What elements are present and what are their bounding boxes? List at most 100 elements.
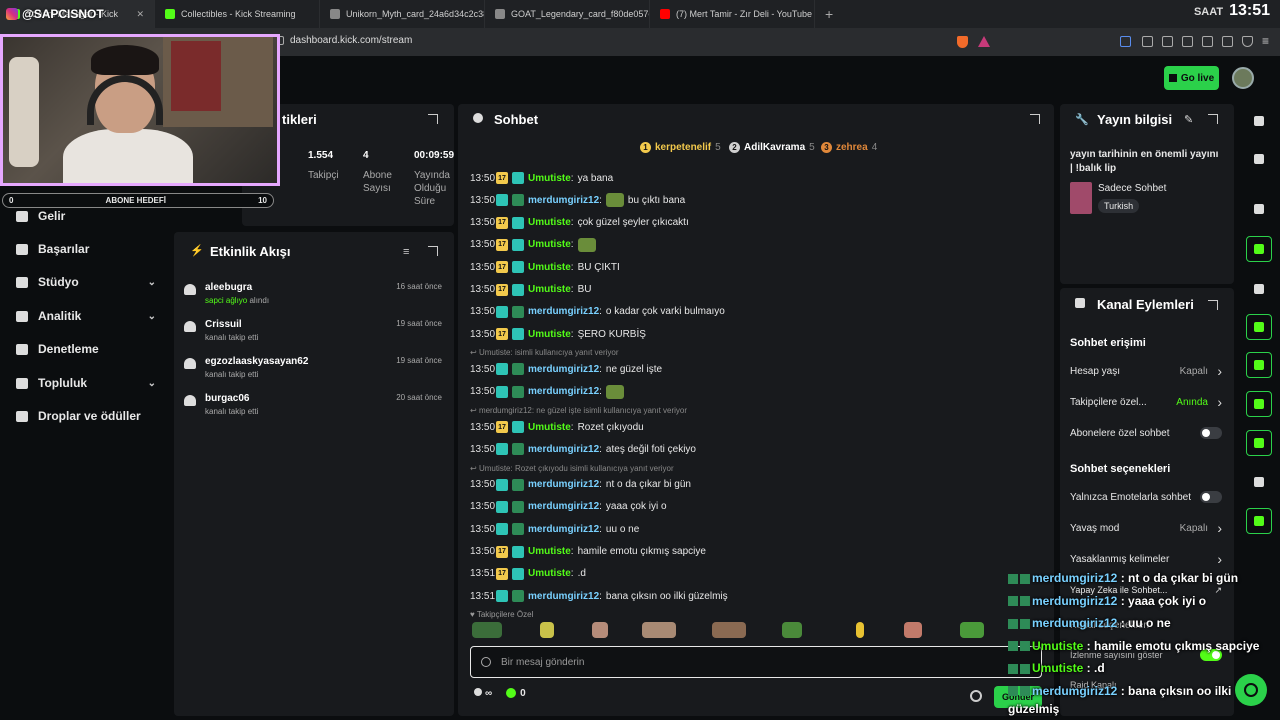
- top-gifter[interactable]: 3 zehrea 4: [821, 142, 877, 153]
- sidebar-item-gelir[interactable]: Gelir: [16, 209, 156, 223]
- message-username[interactable]: Umutiste: [528, 329, 571, 340]
- chat-input[interactable]: Bir mesaj gönderin: [470, 646, 1042, 678]
- chevron-right-icon[interactable]: ›: [1217, 520, 1222, 536]
- wrench-button[interactable]: [1246, 430, 1272, 456]
- emote-thumbnail[interactable]: [856, 622, 864, 638]
- message-username[interactable]: merdumgiriz12: [528, 386, 599, 397]
- channel-action-row[interactable]: Yavaş mod Kapalı ›: [1070, 520, 1224, 536]
- top-gifter[interactable]: 1 kerpetenelif 5: [640, 142, 721, 153]
- chat-button[interactable]: [1246, 314, 1272, 340]
- chevron-right-icon[interactable]: ›: [1217, 363, 1222, 379]
- gem-button[interactable]: [1246, 508, 1272, 534]
- message-username[interactable]: merdumgiriz12: [528, 479, 599, 490]
- message-username[interactable]: Umutiste: [528, 546, 571, 557]
- filter-icon[interactable]: ≡: [403, 246, 409, 258]
- wallet-icon[interactable]: [1202, 36, 1213, 47]
- browser-tab[interactable]: GOAT_Legendary_card_f80de057ead: [485, 0, 650, 28]
- popout-icon[interactable]: [1208, 300, 1218, 310]
- chat-settings-icon[interactable]: [970, 690, 982, 702]
- message-username[interactable]: Umutiste: [528, 217, 571, 228]
- user-avatar[interactable]: [1232, 67, 1254, 89]
- channel-action-row[interactable]: Yasaklanmış kelimeler ›: [1070, 551, 1224, 567]
- url-field[interactable]: dashboard.kick.com/stream: [290, 35, 412, 46]
- message-username[interactable]: Umutiste: [528, 262, 571, 273]
- message-username[interactable]: merdumgiriz12: [528, 524, 599, 535]
- chevron-down-icon[interactable]: ⌄: [148, 378, 156, 389]
- extension-icon-3[interactable]: [1162, 36, 1173, 47]
- popout-icon[interactable]: [1208, 114, 1218, 124]
- rewards-icon[interactable]: [978, 36, 990, 47]
- popout-icon[interactable]: [428, 114, 438, 124]
- activity-user[interactable]: aleebugra: [205, 282, 252, 293]
- channel-action-row[interactable]: Yalnızca Emotelarla sohbet: [1070, 491, 1224, 503]
- extension-icon-1[interactable]: [1120, 36, 1131, 47]
- chevron-right-icon[interactable]: ›: [1217, 551, 1222, 567]
- message-username[interactable]: merdumgiriz12: [528, 364, 599, 375]
- chevron-down-icon[interactable]: ⌄: [148, 277, 156, 288]
- kicks-indicator[interactable]: 0: [506, 688, 526, 699]
- top-gifter[interactable]: 2 AdilKavrama 5: [729, 142, 815, 153]
- message-username[interactable]: Umutiste: [528, 422, 571, 433]
- edit-icon[interactable]: ✎: [1184, 113, 1193, 126]
- menu-icon[interactable]: ≡: [1262, 34, 1269, 48]
- community-button[interactable]: [1246, 469, 1272, 495]
- emote-thumbnail[interactable]: [642, 622, 676, 638]
- sidebar-item-denetleme[interactable]: Denetleme: [16, 342, 156, 356]
- message-username[interactable]: Umutiste: [528, 284, 571, 295]
- activity-user[interactable]: Crissuil: [205, 319, 242, 330]
- help-button[interactable]: [1235, 674, 1267, 706]
- emote-thumbnail[interactable]: [712, 622, 746, 638]
- info-button[interactable]: [1246, 108, 1272, 134]
- sidebar-item-analitik[interactable]: Analitik ⌄: [16, 309, 156, 323]
- sidebar-item-st-dyo[interactable]: Stüdyo ⌄: [16, 275, 156, 289]
- emote-thumbnail[interactable]: [904, 622, 922, 638]
- emote-thumbnail[interactable]: [782, 622, 802, 638]
- brave-shield-icon[interactable]: [957, 36, 968, 48]
- chevron-down-icon[interactable]: ⌄: [148, 311, 156, 322]
- vpn-icon[interactable]: [1222, 36, 1233, 47]
- lightning-button[interactable]: [1246, 236, 1272, 262]
- channel-action-row[interactable]: Hesap yaşı Kapalı ›: [1070, 363, 1224, 379]
- channel-action-row[interactable]: Takipçilere özel... Anında ›: [1070, 394, 1224, 410]
- browser-tab[interactable]: (7) Mert Tamir - Zır Deli - YouTube: [650, 0, 815, 28]
- message-username[interactable]: merdumgiriz12: [528, 306, 599, 317]
- external-link-icon[interactable]: ↗: [1214, 585, 1222, 596]
- message-username[interactable]: Umutiste: [528, 173, 571, 184]
- emote-thumbnail[interactable]: [540, 622, 554, 638]
- focus-button[interactable]: [1246, 196, 1272, 222]
- layout-button[interactable]: [1246, 391, 1272, 417]
- extension-icon-2[interactable]: [1142, 36, 1153, 47]
- popout-icon[interactable]: [1030, 114, 1040, 124]
- message-username[interactable]: merdumgiriz12: [528, 591, 599, 602]
- activity-user[interactable]: egzozlaaskyasayan62: [205, 356, 308, 367]
- toggle-switch[interactable]: [1200, 491, 1222, 503]
- sidebar-item-topluluk[interactable]: Topluluk ⌄: [16, 376, 156, 390]
- toggle-switch[interactable]: [1200, 427, 1222, 439]
- go-live-button[interactable]: Go live: [1164, 66, 1219, 90]
- emote-thumbnail[interactable]: [960, 622, 984, 638]
- browser-tab[interactable]: Collectibles - Kick Streaming: [155, 0, 320, 28]
- points-indicator[interactable]: ∞: [474, 688, 492, 699]
- message-username[interactable]: merdumgiriz12: [528, 501, 599, 512]
- message-username[interactable]: Umutiste: [528, 568, 571, 579]
- browser-tab[interactable]: Unikorn_Myth_card_24a6d34c2c3845: [320, 0, 485, 28]
- broadcast-button[interactable]: [1246, 352, 1272, 378]
- document-button[interactable]: [1246, 276, 1272, 302]
- channel-action-row[interactable]: Abonelere özel sohbet: [1070, 427, 1224, 439]
- activity-user[interactable]: burgac06: [205, 393, 249, 404]
- message-username[interactable]: merdumgiriz12: [528, 444, 599, 455]
- sidebar-item-ba-ar-lar[interactable]: Başarılar: [16, 242, 156, 256]
- emote-thumbnail[interactable]: [472, 622, 502, 638]
- pencil-button[interactable]: [1246, 146, 1272, 172]
- message-username[interactable]: Umutiste: [528, 239, 571, 250]
- emote-picker-icon[interactable]: [481, 657, 491, 667]
- popout-icon[interactable]: [428, 246, 438, 256]
- sidebar-item-droplar-ve-d-ller[interactable]: Droplar ve ödüller: [16, 409, 156, 423]
- tab-close-icon[interactable]: ✕: [136, 9, 144, 20]
- new-tab-button[interactable]: +: [815, 6, 843, 22]
- chevron-right-icon[interactable]: ›: [1217, 394, 1222, 410]
- sidebar-icon[interactable]: [1182, 36, 1193, 47]
- emote-thumbnail[interactable]: [592, 622, 608, 638]
- shield-icon[interactable]: [1242, 36, 1253, 47]
- message-username[interactable]: merdumgiriz12: [528, 195, 599, 206]
